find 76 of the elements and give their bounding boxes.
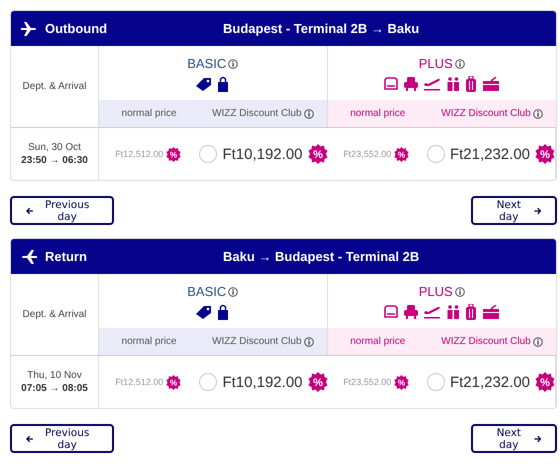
next-day-button[interactable]: Next day: [471, 196, 557, 225]
info-icon[interactable]: [304, 108, 314, 118]
column-heading: Dept. & Arrival: [22, 309, 86, 320]
normal-price: Ft23,552.00: [343, 149, 392, 159]
previous-day-button[interactable]: Previous day: [10, 424, 114, 453]
club-price: Ft21,232.00: [450, 374, 530, 390]
column-heading: WIZZ Discount Club: [441, 336, 531, 347]
info-icon[interactable]: [454, 286, 465, 296]
fare-radio[interactable]: [199, 145, 218, 163]
armchair-icon: [404, 305, 418, 319]
fare-name: BASIC: [187, 56, 226, 71]
direction-label: Return: [45, 249, 88, 264]
plane-icon: [21, 250, 37, 264]
armchair-icon: [404, 77, 418, 91]
fare-name: BASIC: [187, 284, 226, 299]
direction-label: Outbound: [45, 21, 108, 36]
bag-icon: [217, 76, 230, 92]
discount-badge: %: [308, 372, 328, 392]
discount-badge: %: [535, 144, 555, 164]
column-heading: Dept. & Arrival: [22, 81, 86, 92]
previous-day-button[interactable]: Previous day: [10, 196, 114, 225]
club-price: Ft21,232.00: [450, 146, 530, 162]
normal-price: Ft12,512.00: [115, 377, 164, 387]
plane-takeoff-icon: [423, 305, 442, 319]
discount-badge: %: [394, 374, 410, 390]
flight-date: Thu, 10 Nov: [27, 370, 82, 381]
info-icon[interactable]: [228, 286, 238, 296]
bag-icon: [217, 304, 230, 320]
flight-times: 23:50 → 06:30: [21, 155, 88, 166]
column-heading: WIZZ Discount Club: [441, 108, 531, 119]
info-icon[interactable]: [454, 58, 465, 68]
seat-icon: [383, 305, 400, 319]
column-heading: WIZZ Discount Club: [212, 108, 302, 119]
suitcase-icon: [465, 76, 478, 92]
column-heading: normal price: [120, 108, 178, 119]
discount-badge: %: [166, 146, 182, 162]
flight-times: 07:05 → 08:05: [21, 383, 88, 394]
fare-radio[interactable]: [426, 145, 445, 163]
info-icon[interactable]: [532, 336, 543, 346]
info-icon[interactable]: [304, 336, 314, 346]
column-heading: WIZZ Discount Club: [212, 336, 302, 347]
fare-radio[interactable]: [199, 373, 218, 391]
suitcase-icon: [465, 304, 478, 320]
discount-badge: %: [394, 146, 410, 162]
club-price: Ft10,192.00: [222, 146, 302, 162]
arrow-left-icon: [26, 206, 34, 214]
arrow-right-icon: [534, 206, 541, 214]
flight-date: Sun, 30 Oct: [28, 142, 81, 153]
normal-price: Ft23,552.00: [343, 377, 392, 387]
fare-name: PLUS: [418, 56, 453, 71]
seat-icon: [383, 77, 400, 91]
normal-price: Ft12,512.00: [115, 149, 164, 159]
arrow-left-icon: [26, 434, 34, 442]
tag-icon: [196, 77, 212, 91]
column-heading: normal price: [349, 108, 406, 119]
column-heading: normal price: [120, 336, 178, 347]
discount-badge: %: [308, 144, 328, 164]
passengers-icon: [446, 305, 460, 319]
arrow-right-icon: [534, 434, 541, 442]
tag-icon: [196, 305, 212, 319]
club-price: Ft10,192.00: [222, 374, 302, 390]
info-icon[interactable]: [532, 108, 543, 118]
fare-radio[interactable]: [426, 373, 445, 391]
fare-name: PLUS: [418, 284, 453, 299]
discount-badge: %: [166, 374, 182, 390]
briefcase-icon: [482, 305, 500, 319]
next-day-button[interactable]: Next day: [471, 424, 557, 453]
passengers-icon: [446, 77, 460, 91]
plane-takeoff-icon: [423, 77, 442, 91]
route-title: Baku → Budapest - Terminal 2B: [223, 249, 420, 264]
route-title: Budapest - Terminal 2B → Baku: [223, 21, 420, 36]
info-icon[interactable]: [228, 58, 238, 68]
discount-badge: %: [535, 372, 555, 392]
briefcase-icon: [482, 77, 500, 91]
column-heading: normal price: [349, 336, 406, 347]
plane-icon: [21, 22, 37, 36]
